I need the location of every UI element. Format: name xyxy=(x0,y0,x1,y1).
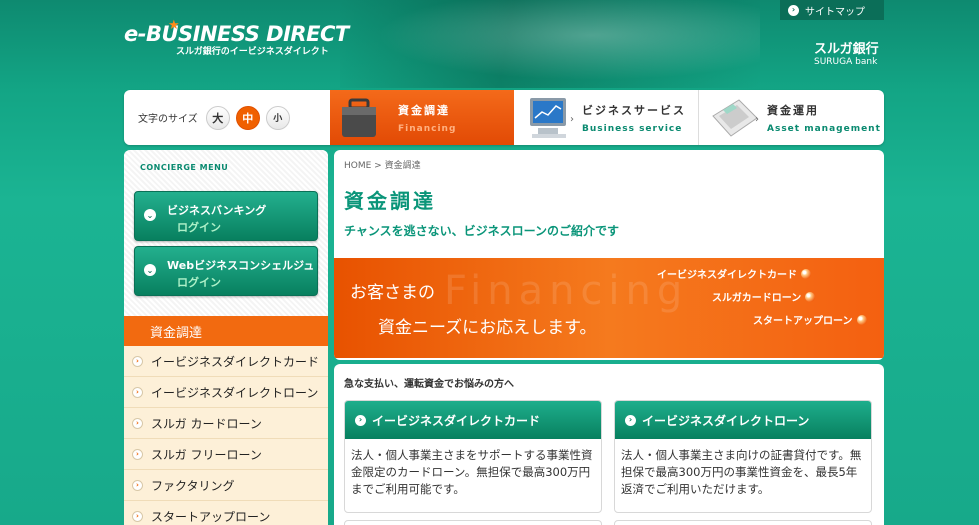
page-subtitle: チャンスを逃さない、ビジネスローンのご紹介です xyxy=(344,224,620,238)
page-title: 資金調達 xyxy=(344,189,436,213)
banner-link-label: スタートアップローン xyxy=(753,316,853,327)
concierge-title: CONCIERGE MENU xyxy=(140,163,229,172)
card-title[interactable]: › イービジネスダイレクトローン xyxy=(615,401,871,439)
arrow-right-icon: › xyxy=(788,4,799,16)
tab-business-service-en: Business service xyxy=(582,124,683,134)
chevron-right-icon: › xyxy=(132,448,143,460)
logo-sub-text: スルガ銀行のイービジネスダイレクト xyxy=(176,47,329,57)
logo-main-text: e-BUSINESS DIRECT xyxy=(124,22,349,46)
card-title-label: イービジネスダイレクトカード xyxy=(372,413,541,428)
sidebar-item-label: スルガ カードローン xyxy=(151,416,262,431)
login-name: ビジネスバンキング xyxy=(167,204,267,217)
tab-financing[interactable]: 資金調達 Financing xyxy=(330,90,514,145)
chevron-right-icon: › xyxy=(570,114,574,125)
font-size-large-button[interactable]: 大 xyxy=(205,105,230,130)
card-description: 法人・個人事業主さまをサポートする事業性資金限定のカードローン。無担保で最高30… xyxy=(351,448,593,496)
star-icon: ★ xyxy=(168,18,180,33)
banner-line-2: 資金ニーズにお応えします。 xyxy=(378,318,597,338)
banner-link-label: スルガカードローン xyxy=(712,293,802,304)
sidebar-item-label: イービジネスダイレクトローン xyxy=(151,385,319,400)
ebusiness-direct-logo[interactable]: ★ e-BUSINESS DIRECT スルガ銀行のイービジネスダイレクト xyxy=(124,18,349,57)
concierge-menu: CONCIERGE MENU ⌄ ビジネスバンキング ログイン ⌄ Webビジネ… xyxy=(124,150,328,318)
calculator-icon xyxy=(712,99,758,137)
font-size-small-button[interactable]: 小 xyxy=(265,105,290,130)
chevron-right-icon: › xyxy=(132,355,143,367)
chevron-right-icon: › xyxy=(132,479,143,491)
sidebar-item-label: ファクタリング xyxy=(151,478,235,493)
font-size-label: 文字のサイズ xyxy=(138,114,198,125)
sidebar-item[interactable]: › イービジネスダイレクトローン xyxy=(124,377,328,408)
sidebar-item[interactable]: › イービジネスダイレクトカード xyxy=(124,346,328,377)
card-title[interactable]: › イービジネスダイレクトカード xyxy=(345,401,601,439)
card-title-label: イービジネスダイレクトローン xyxy=(642,413,810,428)
sidebar-item-label: イービジネスダイレクトカード xyxy=(151,354,320,369)
banner-link-startup-loan[interactable]: スタートアップローン xyxy=(753,312,867,327)
banner-line-1: お客さまの xyxy=(350,283,435,303)
sidebar-list: › イービジネスダイレクトカード › イービジネスダイレクトローン › スルガ … xyxy=(124,346,328,525)
sidebar-item[interactable]: › スルガ フリーローン xyxy=(124,439,328,470)
tab-business-service-label: ビジネスサービス xyxy=(582,104,686,117)
tab-business-service[interactable]: › ビジネスサービス Business service xyxy=(514,90,698,145)
sidebar-item[interactable]: › スルガ カードローン xyxy=(124,408,328,439)
sitemap-link[interactable]: › サイトマップ xyxy=(780,0,884,20)
product-card-direct-loan[interactable]: › イービジネスダイレクトローン 法人・個人事業主さま向けの証書貸付です。無担保… xyxy=(614,400,872,513)
web-business-concierge-login-button[interactable]: ⌄ Webビジネスコンシェルジュ ログイン xyxy=(134,246,318,296)
breadcrumb: HOME > 資金調達 xyxy=(344,161,421,171)
chevron-down-icon: ⌄ xyxy=(144,264,156,276)
sitemap-label: サイトマップ xyxy=(805,6,865,18)
monitor-icon xyxy=(530,98,566,138)
banner-watermark: Financing xyxy=(444,268,689,314)
product-card-direct-card[interactable]: › イービジネスダイレクトカード 法人・個人事業主さまをサポートする事業性資金限… xyxy=(344,400,602,513)
sidebar-item[interactable]: › ファクタリング xyxy=(124,470,328,501)
orange-dot-icon xyxy=(801,268,811,279)
sidebar-item-label: スタートアップローン xyxy=(151,509,271,524)
chevron-down-icon: ⌄ xyxy=(144,209,156,221)
banner-link-label: イービジネスダイレクトカード xyxy=(657,270,797,281)
orange-dot-icon xyxy=(805,291,816,302)
tab-asset-management-label: 資金運用 xyxy=(767,104,819,117)
arrow-right-icon: › xyxy=(625,414,636,426)
sidebar-section-financing[interactable]: 資金調達 xyxy=(124,316,328,346)
global-nav: 文字のサイズ 大 中 小 資金調達 Financing › ビジネスサービス B… xyxy=(124,90,884,145)
header-photo xyxy=(340,0,760,88)
tab-financing-en: Financing xyxy=(398,124,457,134)
sidebar-item[interactable]: › スタートアップローン xyxy=(124,501,328,525)
card-description: 法人・個人事業主さま向けの証書貸付です。無担保で最高300万円の事業性資金を、最… xyxy=(621,448,862,496)
chevron-right-icon: › xyxy=(755,114,759,125)
bank-name-jp: スルガ銀行 xyxy=(814,42,879,57)
product-card-next xyxy=(614,520,872,525)
banner-link-direct-card[interactable]: イービジネスダイレクトカード xyxy=(657,266,811,281)
products-panel: 急な支払い、運転資金でお悩みの方へ › イービジネスダイレクトカード 法人・個人… xyxy=(334,364,884,525)
product-card-next xyxy=(344,520,602,525)
chevron-right-icon: › xyxy=(132,386,143,398)
tab-asset-management-en: Asset management xyxy=(767,124,881,134)
orange-dot-icon xyxy=(856,314,867,325)
briefcase-icon xyxy=(342,98,376,137)
chevron-right-icon: › xyxy=(132,510,143,522)
chevron-right-icon: › xyxy=(132,417,143,429)
tab-asset-management[interactable]: › 資金運用 Asset management xyxy=(698,90,884,145)
products-heading: 急な支払い、運転資金でお悩みの方へ xyxy=(344,379,514,390)
login-sub: ログイン xyxy=(177,276,221,289)
bank-name-en: SURUGA bank xyxy=(814,57,878,67)
tab-financing-label: 資金調達 xyxy=(398,104,450,117)
main-content: HOME > 資金調達 資金調達 チャンスを逃さない、ビジネスローンのご紹介です… xyxy=(334,150,884,360)
suruga-bank-logo[interactable]: スルガ銀行 SURUGA bank xyxy=(814,38,879,67)
financing-banner: Financing お客さまの 資金ニーズにお応えします。 イービジネスダイレク… xyxy=(334,258,884,358)
sidebar: CONCIERGE MENU ⌄ ビジネスバンキング ログイン ⌄ Webビジネ… xyxy=(124,150,328,525)
font-size-control: 文字のサイズ 大 中 小 xyxy=(138,90,290,145)
login-sub: ログイン xyxy=(177,221,221,234)
arrow-right-icon: › xyxy=(355,414,366,426)
sidebar-item-label: スルガ フリーローン xyxy=(151,447,262,462)
login-name: Webビジネスコンシェルジュ xyxy=(167,259,315,272)
font-size-medium-button[interactable]: 中 xyxy=(235,105,260,130)
banner-link-card-loan[interactable]: スルガカードローン xyxy=(712,289,816,304)
business-banking-login-button[interactable]: ⌄ ビジネスバンキング ログイン xyxy=(134,191,318,241)
